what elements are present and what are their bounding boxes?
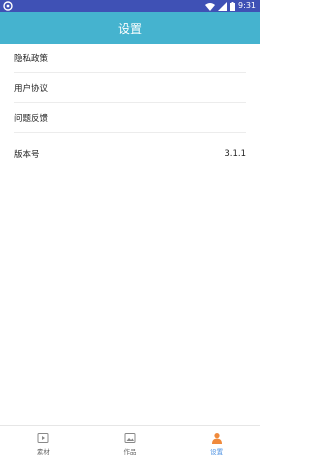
person-icon <box>211 433 222 444</box>
feedback-item[interactable]: 问题反馈 <box>14 103 246 133</box>
tab-works-label: 作品 <box>123 448 137 456</box>
picture-icon <box>124 433 136 443</box>
wifi-icon <box>205 2 216 11</box>
tab-works[interactable]: 作品 <box>87 426 174 462</box>
feedback-label: 问题反馈 <box>14 113 49 124</box>
user-agreement-label: 用户协议 <box>14 83 49 94</box>
tab-settings[interactable]: 设置 <box>173 426 260 462</box>
settings-list: 隐私政策 用户协议 问题反馈 <box>0 44 260 133</box>
app-notification-icon <box>3 1 13 11</box>
user-agreement-item[interactable]: 用户协议 <box>14 73 246 103</box>
status-icons: 9:31 <box>205 1 256 11</box>
version-value: 3.1.1 <box>224 149 246 159</box>
page-title: 设置 <box>117 21 142 36</box>
privacy-policy-item[interactable]: 隐私政策 <box>14 44 246 73</box>
version-label: 版本号 <box>14 150 40 160</box>
play-icon <box>37 433 49 443</box>
app-header: 设置 <box>0 12 260 44</box>
bottom-tab-bar: 素材 作品 设置 <box>0 425 260 462</box>
tab-materials[interactable]: 素材 <box>0 426 87 462</box>
tab-materials-label: 素材 <box>36 448 50 456</box>
privacy-policy-label: 隐私政策 <box>14 54 49 64</box>
status-bar: 9:31 <box>0 0 260 12</box>
signal-icon <box>218 1 228 11</box>
tab-settings-label: 设置 <box>210 448 224 456</box>
version-row: 版本号 3.1.1 <box>14 146 246 162</box>
clock: 9:31 <box>238 1 256 10</box>
battery-icon <box>230 1 236 11</box>
